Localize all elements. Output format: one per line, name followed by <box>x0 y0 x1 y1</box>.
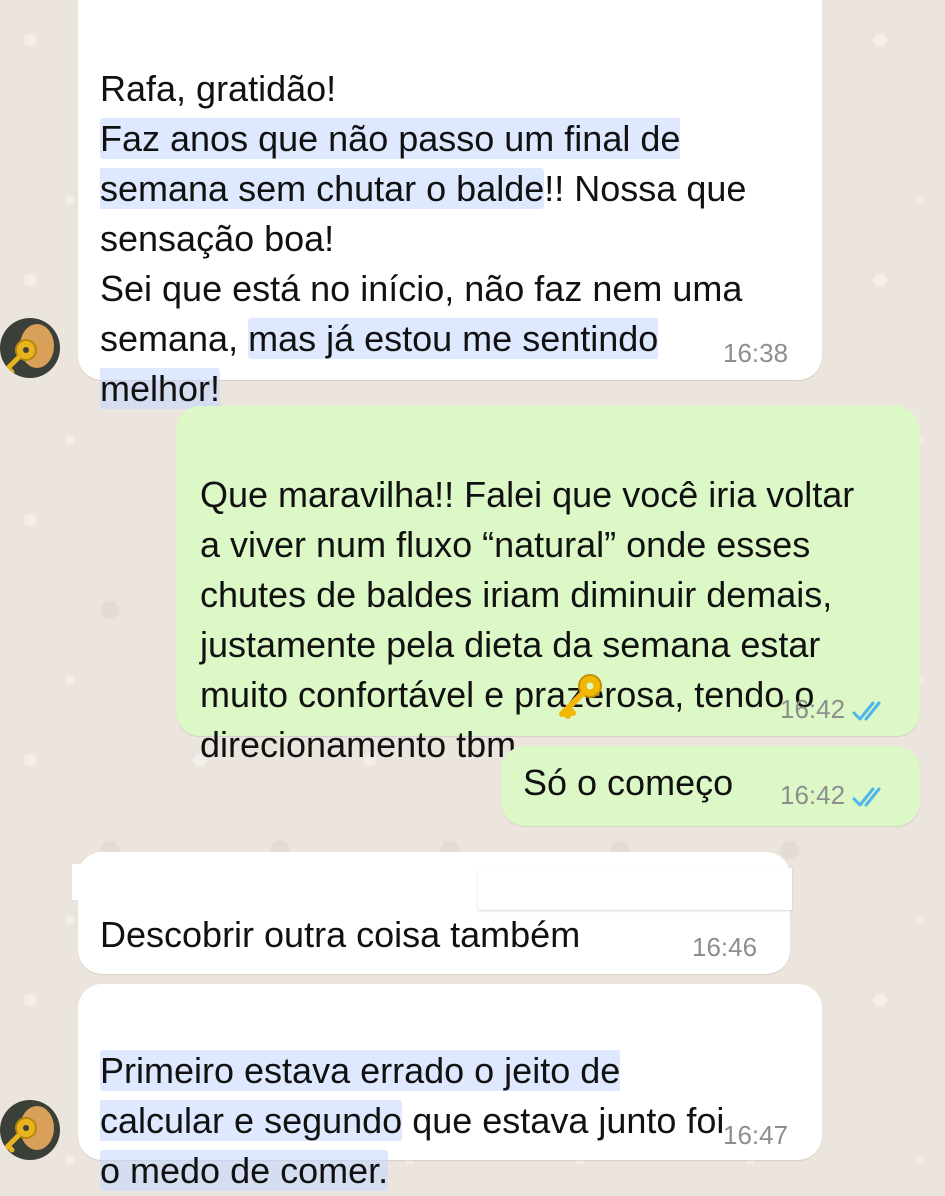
message-bubble-outgoing[interactable]: Que maravilha!! Falei que você iria volt… <box>176 406 920 765</box>
message-time: 16:38 <box>723 338 789 368</box>
contact-avatar[interactable] <box>0 1100 60 1160</box>
double-check-icon <box>852 701 881 721</box>
message-bubble-incoming[interactable]: Rafa, gratidão! Faz anos que não passo u… <box>78 0 822 409</box>
key-emoji <box>559 674 602 719</box>
double-check-icon <box>852 787 881 807</box>
redacted-area <box>72 864 464 900</box>
message-bubble-incoming[interactable]: Primeiro estava errado o jeito de calcul… <box>78 984 822 1191</box>
message-text: Só o começo <box>523 762 734 803</box>
message-time: 16:42 <box>780 694 889 725</box>
redacted-area <box>478 868 792 910</box>
message-text: Primeiro estava errado o jeito de calcul… <box>100 1050 725 1191</box>
message-text: Rafa, gratidão! Faz anos que não passo u… <box>100 68 747 409</box>
key-emoji <box>0 339 37 378</box>
key-emoji <box>0 1117 37 1156</box>
message-text: Que maravilha!! Falei que você iria volt… <box>200 474 855 765</box>
message-bubble-outgoing[interactable]: Só o começo 16:42 <box>501 746 920 826</box>
message-time: 16:46 <box>692 932 758 962</box>
contact-avatar[interactable] <box>0 318 60 378</box>
message-time: 16:47 <box>723 1120 789 1150</box>
message-text: Descobrir outra coisa também <box>100 914 581 955</box>
message-time: 16:42 <box>780 780 889 811</box>
